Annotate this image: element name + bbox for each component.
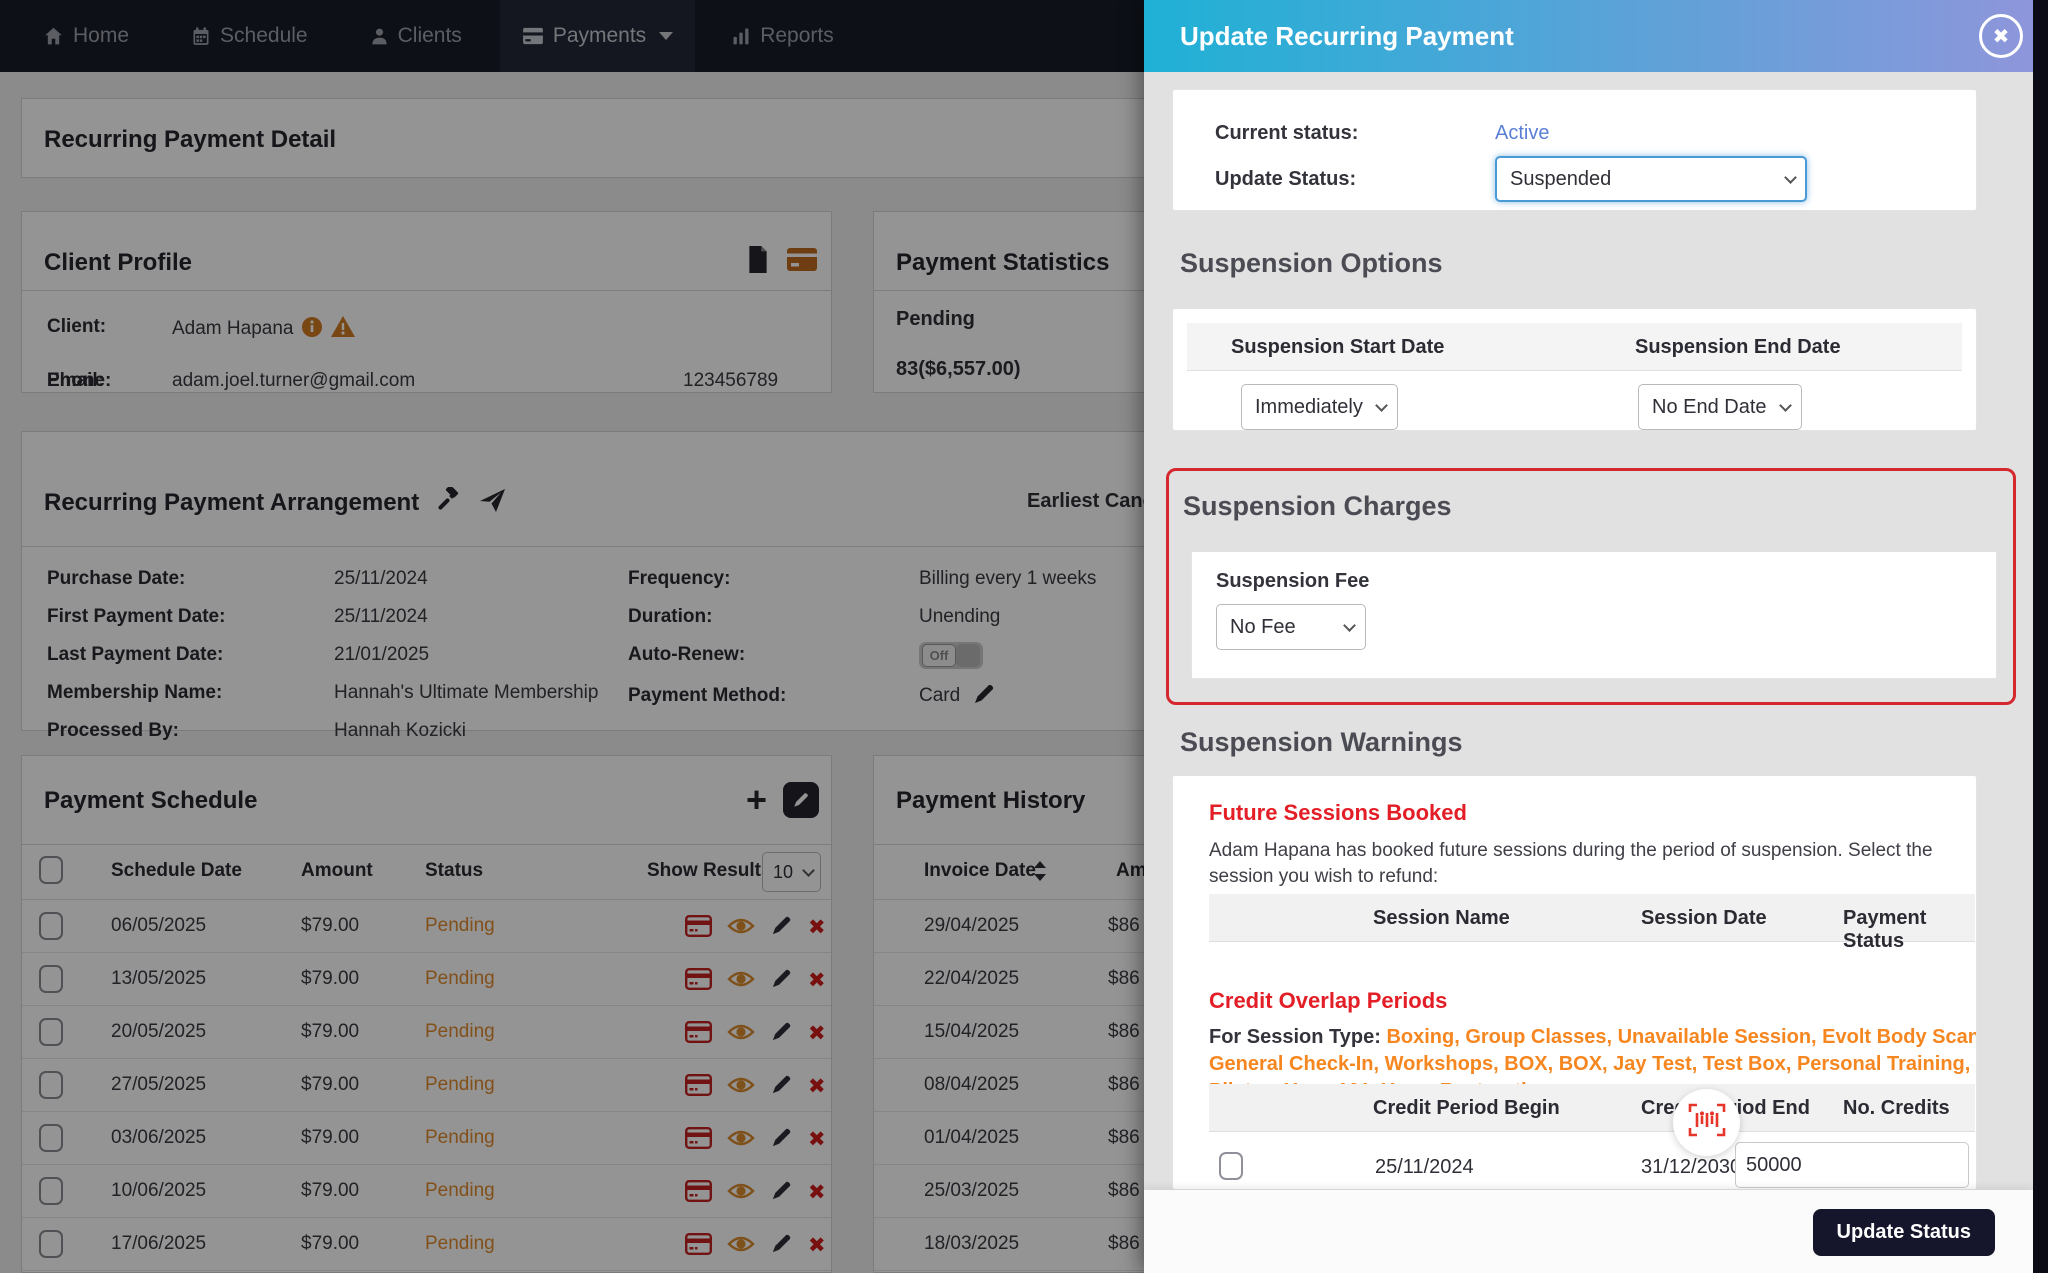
modal-title: Update Recurring Payment: [1180, 21, 1514, 52]
col-no-credits: No. Credits: [1843, 1097, 1950, 1120]
suspension-options-card: Suspension Start Date Suspension End Dat…: [1172, 308, 1977, 431]
barcode-icon: [1688, 1103, 1726, 1142]
for-session-type-label: For Session Type:: [1209, 1026, 1381, 1048]
update-status-select[interactable]: Suspended: [1495, 156, 1807, 202]
modal-header: Update Recurring Payment ✖: [1144, 0, 2033, 72]
suspension-start-select[interactable]: Immediately: [1241, 384, 1398, 430]
suspension-fee-select[interactable]: No Fee: [1216, 604, 1366, 650]
status-card: Current status: Active Update Status: Su…: [1172, 89, 1977, 211]
credit-period-end-cell: 31/12/2030: [1641, 1156, 1741, 1179]
suspension-charges-heading: Suspension Charges: [1183, 491, 1452, 522]
suspension-fee-label: Suspension Fee: [1216, 570, 1369, 593]
barcode-badge: [1673, 1089, 1740, 1156]
col-session-date: Session Date: [1641, 907, 1767, 930]
suspension-options-heading: Suspension Options: [1180, 248, 1443, 279]
future-sessions-table: Session Name Session Date Payment Status: [1209, 894, 1975, 942]
suspension-fee-card: Suspension Fee No Fee: [1191, 551, 1997, 679]
future-sessions-heading: Future Sessions Booked: [1209, 800, 1467, 826]
app-root: Home Schedule Clients Payments Reports R…: [0, 0, 2048, 1273]
credit-overlap-table: Credit Period Begin Credit Period End No…: [1209, 1084, 1975, 1190]
col-credit-period-begin: Credit Period Begin: [1373, 1097, 1560, 1120]
credits-input[interactable]: [1735, 1142, 1969, 1188]
modal-footer: Update Status: [1144, 1190, 2033, 1273]
update-status-label: Update Status:: [1215, 168, 1356, 191]
col-payment-status: Payment Status: [1843, 907, 1975, 953]
update-recurring-payment-modal: Update Recurring Payment ✖ Current statu…: [1144, 0, 2033, 1273]
credit-overlap-heading: Credit Overlap Periods: [1209, 988, 1447, 1014]
suspension-warnings-heading: Suspension Warnings: [1180, 727, 1463, 758]
suspension-end-date-label: Suspension End Date: [1635, 336, 1841, 359]
col-session-name: Session Name: [1373, 907, 1510, 930]
suspension-end-select[interactable]: No End Date: [1638, 384, 1802, 430]
close-icon[interactable]: ✖: [1979, 14, 2023, 58]
suspension-start-date-label: Suspension Start Date: [1231, 336, 1444, 359]
credit-row-checkbox[interactable]: [1219, 1152, 1243, 1180]
future-sessions-description: Adam Hapana has booked future sessions d…: [1209, 838, 1977, 890]
suspension-charges-section: Suspension Charges Suspension Fee No Fee: [1166, 468, 2016, 705]
current-status-value: Active: [1495, 122, 1549, 145]
suspension-warnings-card: Future Sessions Booked Adam Hapana has b…: [1172, 775, 1977, 1190]
page-edge-strip: [2033, 0, 2048, 1273]
credit-overlap-row: 25/11/2024 31/12/2030: [1209, 1132, 1975, 1190]
current-status-label: Current status:: [1215, 122, 1358, 145]
update-status-button[interactable]: Update Status: [1813, 1209, 1995, 1256]
credit-period-begin-cell: 25/11/2024: [1375, 1156, 1474, 1179]
